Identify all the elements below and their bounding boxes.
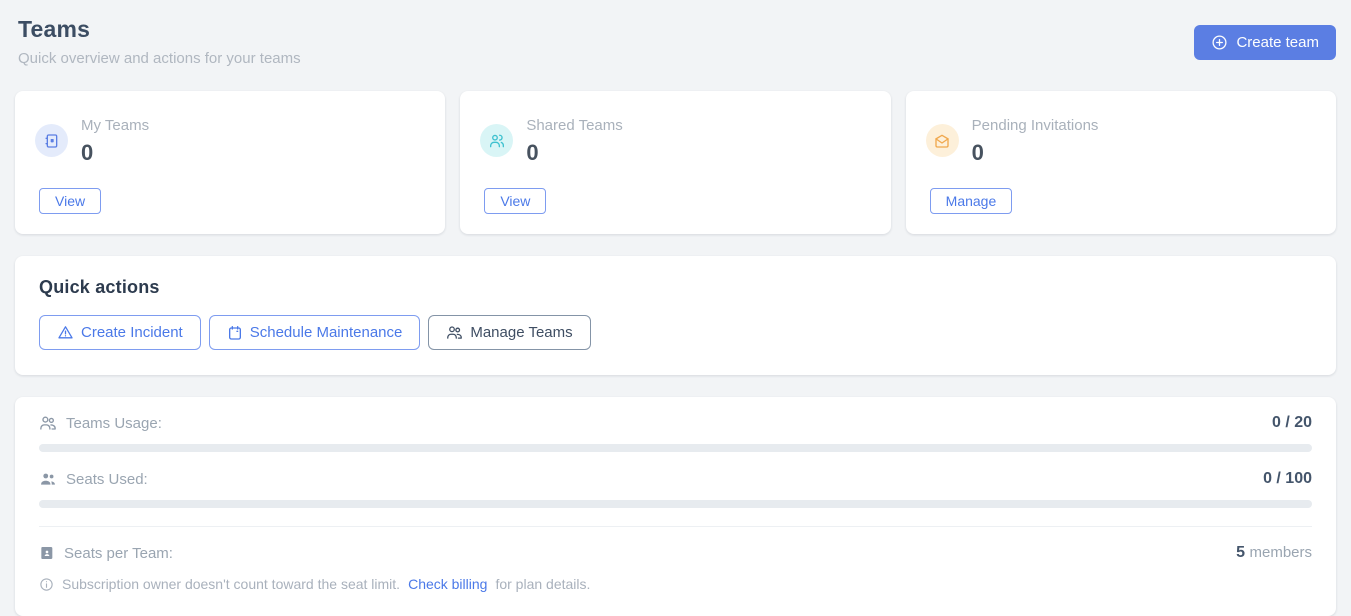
my-teams-card: My Teams 0 View [15,91,445,234]
seat-limit-note: Subscription owner doesn't count toward … [39,576,1312,592]
card-text: My Teams 0 [81,117,149,166]
quick-actions-panel: Quick actions Create Incident [15,256,1336,375]
seats-used-value: 0 / 100 [1263,470,1312,488]
seats-used-row: Seats Used: 0 / 100 [39,470,1312,488]
teams-usage-label-group: Teams Usage: [39,414,162,432]
page-heading-group: Teams Quick overview and actions for you… [18,16,301,67]
schedule-maintenance-label: Schedule Maintenance [250,324,403,341]
calendar-icon [227,325,243,341]
usage-panel: Teams Usage: 0 / 20 Seats Used: 0 / 100 [15,397,1336,616]
pending-invitations-manage-button[interactable]: Manage [930,188,1013,214]
card-label: Pending Invitations [972,117,1099,134]
stats-cards-row: My Teams 0 View Shared Teams [15,91,1336,234]
teams-usage-progressbar [39,444,1312,452]
pending-invitations-card: Pending Invitations 0 Manage [906,91,1336,234]
page-subtitle: Quick overview and actions for your team… [18,50,301,67]
card-value: 0 [972,140,1099,166]
seats-per-team-number: 5 [1236,544,1245,561]
contact-book-icon [35,124,68,157]
teams-page: Teams Quick overview and actions for you… [0,0,1351,616]
note-text: Subscription owner doesn't count toward … [62,576,400,592]
shared-teams-view-button[interactable]: View [484,188,546,214]
mail-open-icon [926,124,959,157]
quick-actions-buttons: Create Incident Schedule Maintenance [39,315,1312,350]
usage-divider [39,526,1312,527]
contact-book-icon [39,545,55,561]
seats-used-progressbar [39,500,1312,508]
card-value: 0 [526,140,622,166]
page-header: Teams Quick overview and actions for you… [15,14,1336,91]
card-label: Shared Teams [526,117,622,134]
quick-actions-heading: Quick actions [39,277,1312,298]
card-text: Shared Teams 0 [526,117,622,166]
manage-teams-label: Manage Teams [470,324,572,341]
seats-per-team-value: 5 members [1236,544,1312,562]
card-top: My Teams 0 [35,117,421,166]
note-suffix: for plan details. [495,576,590,592]
create-incident-button[interactable]: Create Incident [39,315,201,350]
teams-usage-value: 0 / 20 [1272,414,1312,432]
create-incident-label: Create Incident [81,324,183,341]
warning-triangle-icon [57,324,74,341]
seats-per-team-label: Seats per Team: [64,545,173,562]
seats-per-team-suffix: members [1249,544,1312,561]
check-billing-link[interactable]: Check billing [408,576,487,592]
users-icon [446,324,463,341]
card-value: 0 [81,140,149,166]
teams-usage-label: Teams Usage: [66,415,162,432]
seats-used-label-group: Seats Used: [39,470,148,488]
info-icon [39,577,54,592]
card-top: Pending Invitations 0 [926,117,1312,166]
seats-used-label: Seats Used: [66,471,148,488]
seats-per-team-label-group: Seats per Team: [39,545,173,562]
users-icon [480,124,513,157]
schedule-maintenance-button[interactable]: Schedule Maintenance [209,315,421,350]
page-title: Teams [18,16,301,43]
create-team-button[interactable]: Create team [1194,25,1336,60]
my-teams-view-button[interactable]: View [39,188,101,214]
seats-per-team-row: Seats per Team: 5 members [39,544,1312,562]
card-label: My Teams [81,117,149,134]
teams-usage-row: Teams Usage: 0 / 20 [39,414,1312,432]
card-text: Pending Invitations 0 [972,117,1099,166]
users-outline-icon [39,414,57,432]
create-team-label: Create team [1236,34,1319,51]
users-filled-icon [39,470,57,488]
plus-circle-icon [1211,34,1228,51]
shared-teams-card: Shared Teams 0 View [460,91,890,234]
card-top: Shared Teams 0 [480,117,866,166]
manage-teams-button[interactable]: Manage Teams [428,315,590,350]
